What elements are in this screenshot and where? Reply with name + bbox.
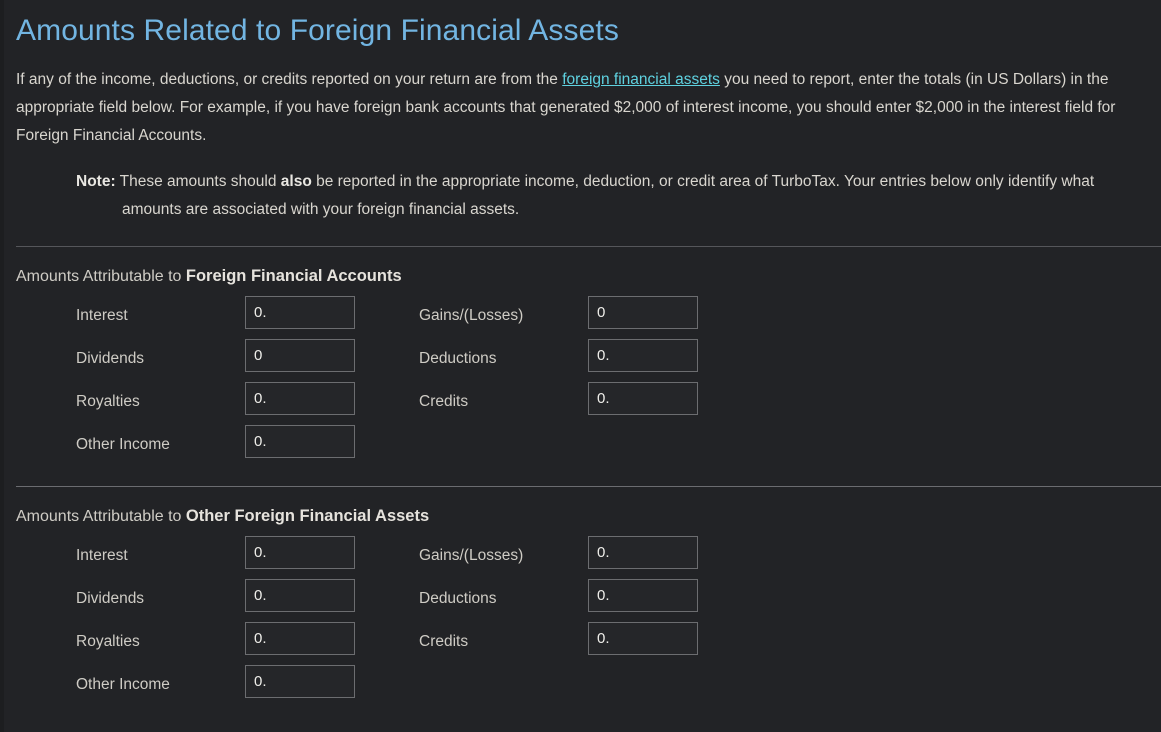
field-label-credits: Credits	[419, 633, 469, 650]
input-dividends-accounts[interactable]	[245, 339, 355, 372]
foreign-financial-assets-link[interactable]: foreign financial assets	[562, 71, 720, 88]
section-2-fields: Interest Gains/(Losses) Dividends Deduct…	[0, 526, 1161, 708]
page-content: Amounts Related to Foreign Financial Ass…	[0, 0, 1161, 708]
note-emphasis: also	[280, 173, 312, 190]
field-label-gains-losses: Gains/(Losses)	[419, 547, 524, 564]
input-royalties-accounts[interactable]	[245, 382, 355, 415]
input-interest-accounts[interactable]	[245, 296, 355, 329]
page-title: Amounts Related to Foreign Financial Ass…	[16, 14, 619, 47]
field-row: Interest Gains/(Losses)	[0, 536, 1161, 579]
field-label-credits: Credits	[419, 393, 469, 410]
note-text-part1: These amounts should	[115, 173, 281, 190]
field-label-deductions: Deductions	[419, 350, 497, 367]
input-gains-losses-assets[interactable]	[588, 536, 698, 569]
input-credits-accounts[interactable]	[588, 382, 698, 415]
page-root: Amounts Related to Foreign Financial Ass…	[0, 0, 1161, 732]
field-label-deductions: Deductions	[419, 590, 497, 607]
input-royalties-assets[interactable]	[245, 622, 355, 655]
field-label-other-income: Other Income	[76, 436, 170, 453]
input-deductions-accounts[interactable]	[588, 339, 698, 372]
field-row: Interest Gains/(Losses)	[0, 296, 1161, 339]
field-row: Royalties Credits	[0, 622, 1161, 665]
field-label-interest: Interest	[76, 547, 128, 564]
section-2-heading-prefix: Amounts Attributable to	[16, 508, 186, 525]
field-row: Other Income	[0, 425, 1161, 468]
field-label-other-income: Other Income	[76, 676, 170, 693]
field-label-dividends: Dividends	[76, 350, 145, 367]
input-other-income-accounts[interactable]	[245, 425, 355, 458]
input-gains-losses-accounts[interactable]	[588, 296, 698, 329]
field-label-royalties: Royalties	[76, 393, 140, 410]
input-other-income-assets[interactable]	[245, 665, 355, 698]
field-row: Dividends Deductions	[0, 339, 1161, 382]
input-credits-assets[interactable]	[588, 622, 698, 655]
input-interest-assets[interactable]	[245, 536, 355, 569]
intro-text-part1: If any of the income, deductions, or cre…	[16, 71, 563, 88]
field-row: Dividends Deductions	[0, 579, 1161, 622]
section-heading-other-foreign-financial-assets: Amounts Attributable to Other Foreign Fi…	[0, 487, 1161, 526]
note-label: Note:	[76, 173, 116, 190]
intro-paragraph: If any of the income, deductions, or cre…	[0, 47, 1145, 150]
field-row: Other Income	[0, 665, 1161, 708]
field-label-royalties: Royalties	[76, 633, 140, 650]
section-1-heading-prefix: Amounts Attributable to	[16, 268, 186, 285]
field-label-gains-losses: Gains/(Losses)	[419, 307, 524, 324]
note-paragraph: Note: These amounts should also be repor…	[0, 150, 1145, 224]
section-heading-foreign-financial-accounts: Amounts Attributable to Foreign Financia…	[0, 247, 1161, 286]
field-label-interest: Interest	[76, 307, 128, 324]
field-label-dividends: Dividends	[76, 590, 145, 607]
field-row: Royalties Credits	[0, 382, 1161, 425]
section-2-heading-strong: Other Foreign Financial Assets	[185, 507, 430, 525]
input-deductions-assets[interactable]	[588, 579, 698, 612]
input-dividends-assets[interactable]	[245, 579, 355, 612]
section-1-fields: Interest Gains/(Losses) Dividends Deduct…	[0, 286, 1161, 468]
section-1-heading-strong: Foreign Financial Accounts	[185, 267, 402, 285]
